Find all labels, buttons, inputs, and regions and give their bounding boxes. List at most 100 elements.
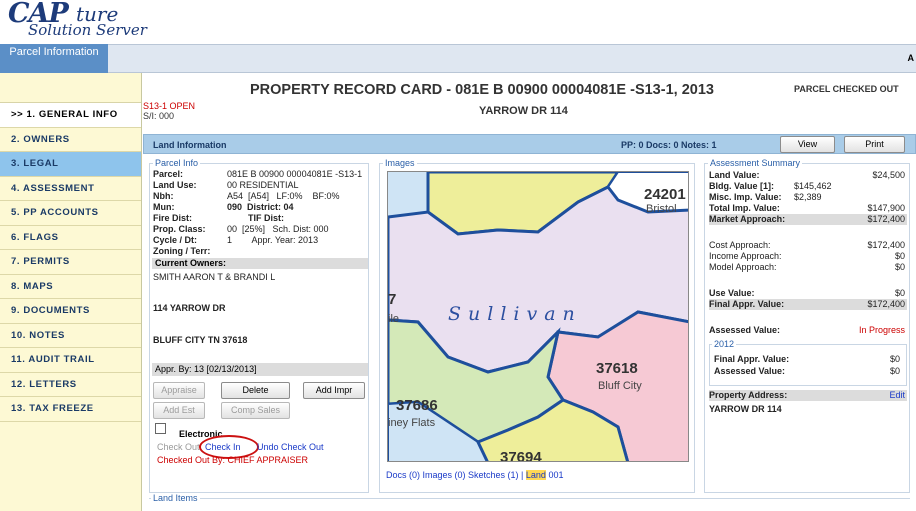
images-legend: Images [383, 158, 417, 168]
misc-value: $2,389 [794, 192, 822, 202]
map-zip-24201: 24201 [644, 186, 686, 203]
zoning-label: Zoning / Terr: [153, 246, 211, 256]
nav-item-general-info[interactable]: >> 1. GENERAL INFO [0, 103, 141, 128]
prior-year-panel: 2012 Final Appr. Value: $0 Assessed Valu… [709, 339, 907, 386]
nav-item-flags[interactable]: 6. FLAGS [0, 225, 141, 250]
topbar-right-text: A [907, 53, 915, 63]
map-zip-37686: 37686 [396, 397, 438, 414]
app-logo: CAP ture Solution Server [6, 0, 226, 44]
land-items-section: Land Items [149, 493, 910, 511]
assessed-value-label: Assessed Value: [709, 325, 781, 335]
view-button[interactable]: View [780, 136, 835, 153]
prop-class-label: Prop. Class: [153, 224, 206, 234]
mun-label: Mun: [153, 202, 175, 212]
market-approach-label: Market Approach: [709, 214, 786, 224]
use-value: $0 [894, 288, 905, 298]
assessment-summary-legend: Assessment Summary [708, 158, 803, 168]
images-panel: Images 24201 Bristol Sullivan 37618 Bluf… [379, 158, 695, 493]
assessment-summary-panel: Assessment Summary Land Value: $24,500 B… [704, 158, 910, 493]
add-est-button[interactable]: Add Est [153, 402, 205, 419]
checked-out-by: Checked Out By: CHIEF APPRAISER [157, 455, 309, 465]
nav-item-documents[interactable]: 9. DOCUMENTS [0, 299, 141, 324]
left-navigation: >> 1. GENERAL INFO 2. OWNERS 3. LEGAL 4.… [0, 73, 142, 511]
property-address-value: YARROW DR 114 [709, 404, 782, 414]
land-value: $24,500 [872, 170, 905, 180]
nav-item-letters[interactable]: 12. LETTERS [0, 372, 141, 397]
land-number-link[interactable]: 001 [548, 470, 563, 480]
map-ile: ile [388, 313, 399, 325]
map-bluff-city: Bluff City [598, 380, 642, 392]
market-approach-row: Market Approach: $172,400 [709, 214, 907, 225]
main-content: PROPERTY RECORD CARD - 081E B 00900 0000… [143, 73, 916, 511]
model-approach-value: $0 [894, 262, 905, 272]
nav-item-notes[interactable]: 10. NOTES [0, 323, 141, 348]
parcel-info-legend: Parcel Info [153, 158, 201, 168]
nbh-value: A54 [A54] LF:0% BF:0% [227, 191, 340, 201]
cost-approach-value: $172,400 [867, 240, 905, 250]
owner-name: SMITH AARON T & BRANDI L [153, 272, 276, 282]
owner-street: 114 YARROW DR [153, 303, 226, 313]
land-information-label: Land Information [153, 140, 227, 150]
nav-item-legal[interactable]: 3. LEGAL [0, 152, 141, 177]
checkout-status-badge: PARCEL CHECKED OUT [794, 84, 899, 94]
misc-value-row: Misc. Imp. Value: $2,389 [709, 192, 907, 202]
total-imp-row: Total Imp. Value: $147,900 [709, 203, 907, 213]
land-link[interactable]: Land [525, 470, 546, 480]
current-owners-header: Current Owners: [152, 258, 368, 269]
undo-check-out-link[interactable]: Undo Check Out [257, 442, 324, 452]
status-code: S13-1 OPEN [143, 101, 196, 111]
docs-images-sketches-links[interactable]: Docs (0) Images (0) Sketches (1) | [386, 470, 523, 480]
property-address-label: Property Address: [709, 390, 788, 400]
income-approach-value: $0 [894, 251, 905, 261]
prior-assessed-label: Assessed Value: [714, 366, 786, 376]
nav-item-maps[interactable]: 8. MAPS [0, 274, 141, 299]
nav-item-owners[interactable]: 2. OWNERS [0, 127, 141, 152]
prop-class-value: 00 [25%] Sch. Dist: 000 [227, 224, 329, 234]
map-bristol: Bristol [646, 203, 677, 215]
prior-final-label: Final Appr. Value: [714, 354, 790, 364]
address-heading: YARROW DR 114 [479, 105, 568, 117]
parcel-value: 081E B 00900 00004081E -S13-1 [227, 169, 363, 179]
electronic-checkbox[interactable] [155, 423, 166, 434]
nav-item-permits[interactable]: 7. PERMITS [0, 250, 141, 275]
prior-assessed-row: Assessed Value: $0 [714, 366, 902, 376]
final-appr-label: Final Appr. Value: [709, 299, 785, 309]
land-information-bar: Land Information PP: 0 Docs: 0 Notes: 1 … [143, 134, 916, 154]
nav-item-audit-trail[interactable]: 11. AUDIT TRAIL [0, 348, 141, 373]
nav-item-pp-accounts[interactable]: 5. PP ACCOUNTS [0, 201, 141, 226]
prior-final-value: $0 [889, 354, 900, 364]
income-approach-row: Income Approach: $0 [709, 251, 907, 261]
logo-subtitle: Solution Server [28, 21, 147, 39]
cost-approach-label: Cost Approach: [709, 240, 771, 250]
add-impr-button[interactable]: Add Impr [303, 382, 365, 399]
nav-item-tax-freeze[interactable]: 13. TAX FREEZE [0, 397, 141, 422]
print-button[interactable]: Print [844, 136, 905, 153]
market-approach-value: $172,400 [867, 214, 905, 224]
delete-button[interactable]: Delete [221, 382, 290, 399]
land-use-label: Land Use: [153, 180, 197, 190]
nav-item-assessment[interactable]: 4. ASSESSMENT [0, 176, 141, 201]
appraised-by: Appr. By: 13 [02/13/2013] [152, 363, 368, 376]
tab-parcel-information[interactable]: Parcel Information [0, 44, 108, 73]
cycle-label: Cycle / Dt: [153, 235, 198, 245]
check-out-link[interactable]: Check Out [157, 442, 200, 452]
parcel-info-panel: Parcel Info Parcel: 081E B 00900 0000408… [149, 158, 369, 493]
top-tab-bar [0, 44, 916, 73]
prior-year-legend: 2012 [712, 339, 737, 349]
bldg-value-row: Bldg. Value [1]: $145,462 [709, 181, 907, 191]
tif-dist-label: TIF Dist: [248, 213, 284, 223]
income-approach-label: Income Approach: [709, 251, 782, 261]
use-value-label: Use Value: [709, 288, 755, 298]
final-appr-row: Final Appr. Value: $172,400 [709, 299, 907, 310]
model-approach-row: Model Approach: $0 [709, 262, 907, 272]
cycle-value: 1 Appr. Year: 2013 [227, 235, 319, 245]
comp-sales-button[interactable]: Comp Sales [221, 402, 290, 419]
map-piney-flats: iney Flats [388, 417, 436, 429]
appraise-button[interactable]: Appraise [153, 382, 205, 399]
nbh-label: Nbh: [153, 191, 174, 201]
map-sullivan-label: Sullivan [448, 303, 582, 325]
edit-address-link[interactable]: Edit [889, 390, 905, 400]
nav-spacer [0, 73, 141, 103]
parcel-map-image[interactable]: 24201 Bristol Sullivan 37618 Bluff City … [387, 171, 689, 462]
prior-assessed-value: $0 [889, 366, 900, 376]
